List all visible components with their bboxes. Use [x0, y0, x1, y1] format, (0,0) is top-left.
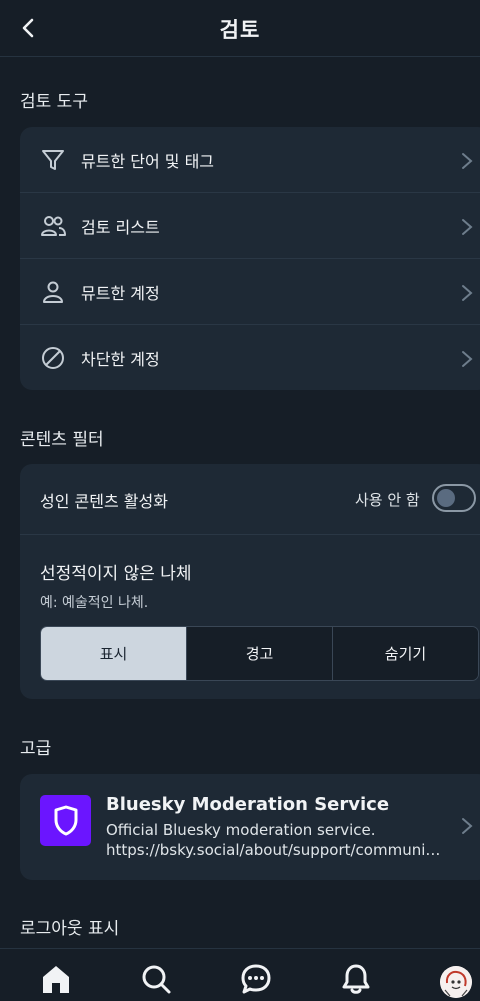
adult-content-toggle[interactable]	[432, 484, 476, 512]
chevron-right-icon	[462, 818, 473, 834]
nudity-description: 예: 예술적인 나체.	[40, 595, 149, 611]
tab-search[interactable]	[139, 963, 173, 997]
users-icon	[41, 216, 66, 236]
nudity-segmented-control: 표시 경고 숨기기	[40, 626, 479, 681]
bell-icon	[342, 964, 370, 994]
row-label: 뮤트한 단어 및 태그	[81, 151, 215, 171]
muted-words-row[interactable]: 뮤트한 단어 및 태그	[20, 127, 480, 193]
option-show[interactable]: 표시	[41, 627, 186, 680]
filters-card: 성인 콘텐츠 활성화 사용 안 함 선정적이지 않은 나체 예: 예술적인 나체…	[20, 464, 480, 699]
labeler-description: Official Bluesky moderation service.	[106, 821, 376, 839]
person-icon	[43, 281, 63, 303]
home-icon	[43, 966, 69, 993]
moderation-lists-row[interactable]: 검토 리스트	[20, 193, 480, 259]
tools-card: 뮤트한 단어 및 태그 검토 리스트 뮤트한 계정 차단한 계정	[20, 127, 480, 390]
labeler-url: https://bsky.social/about/support/commun…	[106, 841, 446, 859]
tab-notifications[interactable]	[339, 963, 373, 997]
option-hide[interactable]: 숨기기	[332, 627, 478, 680]
option-warn[interactable]: 경고	[186, 627, 332, 680]
section-title-filters: 콘텐츠 필터	[20, 430, 104, 450]
shield-icon	[54, 805, 77, 835]
tab-home[interactable]	[39, 963, 73, 997]
chat-icon	[241, 964, 271, 994]
tab-chat[interactable]	[239, 963, 273, 997]
adult-content-label: 성인 콘텐츠 활성화	[40, 492, 168, 511]
filter-icon	[42, 150, 64, 170]
chevron-right-icon	[462, 351, 473, 367]
block-icon	[42, 347, 64, 369]
chevron-right-icon	[462, 153, 473, 169]
section-title-advanced: 고급	[20, 739, 52, 759]
chevron-right-icon	[462, 219, 473, 235]
section-title-tools: 검토 도구	[20, 92, 88, 112]
muted-accounts-row[interactable]: 뮤트한 계정	[20, 259, 480, 325]
labeler-logo	[40, 795, 91, 846]
nudity-title: 선정적이지 않은 나체	[40, 564, 192, 584]
header: 검토	[0, 0, 480, 57]
labeler-name: Bluesky Moderation Service	[106, 794, 390, 815]
labeler-row[interactable]: Bluesky Moderation Service Official Blue…	[20, 774, 480, 880]
blocked-accounts-row[interactable]: 차단한 계정	[20, 325, 480, 390]
chevron-right-icon	[462, 285, 473, 301]
toggle-knob	[437, 489, 455, 507]
avatar[interactable]	[440, 966, 472, 998]
adult-content-row: 성인 콘텐츠 활성화 사용 안 함	[20, 464, 480, 535]
search-icon	[142, 965, 171, 994]
bottom-tab-bar	[0, 948, 480, 1001]
page-title: 검토	[219, 18, 261, 42]
adult-content-status: 사용 안 함	[355, 491, 420, 509]
section-title-logout: 로그아웃 표시	[20, 919, 120, 939]
row-label: 검토 리스트	[81, 217, 160, 237]
row-label: 뮤트한 계정	[81, 283, 160, 303]
advanced-card: Bluesky Moderation Service Official Blue…	[20, 774, 480, 880]
avatar-image	[440, 966, 472, 998]
row-label: 차단한 계정	[81, 349, 160, 369]
